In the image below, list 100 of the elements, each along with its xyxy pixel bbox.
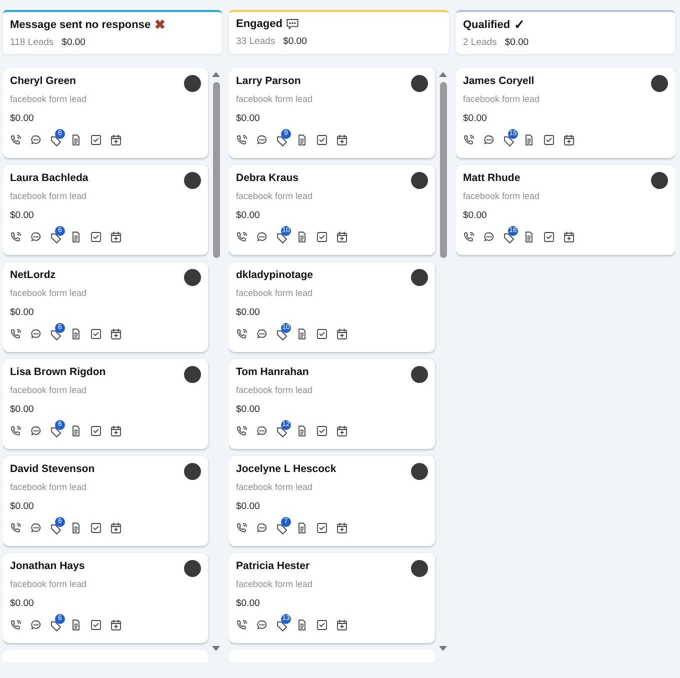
calendar-icon[interactable]	[563, 231, 575, 243]
tag-icon[interactable]	[50, 620, 62, 632]
phone-icon[interactable]	[463, 231, 475, 243]
tag-icon[interactable]	[50, 523, 62, 535]
phone-icon[interactable]	[236, 619, 248, 631]
tag-icon[interactable]	[50, 232, 62, 244]
lead-source: facebook form lead	[10, 191, 88, 201]
chat-icon[interactable]	[256, 328, 268, 340]
checkbox-icon[interactable]	[316, 619, 328, 631]
calendar-icon[interactable]	[110, 425, 122, 437]
lead-name: NetLordz	[10, 269, 56, 281]
document-icon[interactable]	[296, 134, 308, 146]
phone-icon[interactable]	[236, 328, 248, 340]
checkbox-icon[interactable]	[90, 231, 102, 243]
tag-icon[interactable]	[276, 135, 288, 147]
lead-value: $0.00	[236, 501, 261, 512]
phone-icon[interactable]	[10, 231, 22, 243]
calendar-icon[interactable]	[110, 134, 122, 146]
lead-value: $0.00	[236, 404, 261, 415]
phone-icon[interactable]	[10, 134, 22, 146]
checkbox-icon[interactable]	[543, 134, 555, 146]
chat-icon[interactable]	[483, 231, 495, 243]
chat-icon[interactable]	[256, 134, 268, 146]
chat-icon[interactable]	[256, 425, 268, 437]
document-icon[interactable]	[296, 328, 308, 340]
lead-value: $0.00	[236, 598, 261, 609]
phone-icon[interactable]	[236, 134, 248, 146]
calendar-icon[interactable]	[336, 425, 348, 437]
calendar-icon[interactable]	[336, 328, 348, 340]
phone-icon[interactable]	[10, 425, 22, 437]
checkbox-icon[interactable]	[90, 328, 102, 340]
lead-name: Laura Bachleda	[10, 172, 88, 184]
lead-value: $0.00	[236, 210, 261, 221]
document-icon[interactable]	[296, 425, 308, 437]
checkbox-icon[interactable]	[316, 522, 328, 534]
tag-icon[interactable]	[50, 135, 62, 147]
tag-icon[interactable]	[276, 426, 288, 438]
chat-icon[interactable]	[30, 328, 42, 340]
tag-icon[interactable]	[276, 620, 288, 632]
phone-icon[interactable]	[10, 328, 22, 340]
calendar-icon[interactable]	[336, 231, 348, 243]
tag-icon[interactable]	[503, 232, 515, 244]
document-icon[interactable]	[296, 619, 308, 631]
checkbox-icon[interactable]	[316, 134, 328, 146]
chat-icon[interactable]	[256, 619, 268, 631]
tag-icon[interactable]	[50, 426, 62, 438]
checkbox-icon[interactable]	[90, 134, 102, 146]
tag-icon[interactable]	[276, 329, 288, 341]
calendar-icon[interactable]	[110, 328, 122, 340]
document-icon[interactable]	[70, 328, 82, 340]
checkbox-icon[interactable]	[90, 522, 102, 534]
calendar-icon[interactable]	[110, 231, 122, 243]
document-icon[interactable]	[70, 425, 82, 437]
phone-icon[interactable]	[10, 619, 22, 631]
checkbox-icon[interactable]	[316, 231, 328, 243]
document-icon[interactable]	[296, 522, 308, 534]
chat-icon[interactable]	[30, 134, 42, 146]
document-icon[interactable]	[523, 134, 535, 146]
scrollbar-thumb[interactable]	[212, 82, 220, 258]
checkbox-icon[interactable]	[543, 231, 555, 243]
checkbox-icon[interactable]	[316, 425, 328, 437]
scrollbar-thumb[interactable]	[440, 82, 446, 258]
chat-icon[interactable]	[30, 231, 42, 243]
chat-icon[interactable]	[30, 522, 42, 534]
document-icon[interactable]	[70, 522, 82, 534]
phone-icon[interactable]	[236, 231, 248, 243]
calendar-icon[interactable]	[336, 522, 348, 534]
scroll-down-icon[interactable]	[212, 646, 220, 652]
checkbox-icon[interactable]	[90, 619, 102, 631]
document-icon[interactable]	[296, 231, 308, 243]
phone-icon[interactable]	[236, 425, 248, 437]
tag-icon[interactable]	[50, 329, 62, 341]
chat-icon[interactable]	[30, 425, 42, 437]
lead-name: Jonathan Hays	[10, 560, 85, 572]
lead-source: facebook form lead	[236, 385, 314, 395]
tag-icon[interactable]	[503, 135, 515, 147]
checkbox-icon[interactable]	[90, 425, 102, 437]
tag-icon[interactable]	[276, 232, 288, 244]
document-icon[interactable]	[523, 231, 535, 243]
scroll-up-icon[interactable]	[212, 71, 220, 77]
checkbox-icon[interactable]	[316, 328, 328, 340]
tag-icon[interactable]	[276, 523, 288, 535]
calendar-icon[interactable]	[110, 522, 122, 534]
chat-icon[interactable]	[256, 231, 268, 243]
document-icon[interactable]	[70, 619, 82, 631]
chat-icon[interactable]	[30, 619, 42, 631]
calendar-icon[interactable]	[563, 134, 575, 146]
lead-source: facebook form lead	[10, 288, 88, 298]
calendar-icon[interactable]	[336, 134, 348, 146]
calendar-icon[interactable]	[110, 619, 122, 631]
document-icon[interactable]	[70, 231, 82, 243]
chat-icon[interactable]	[256, 522, 268, 534]
calendar-icon[interactable]	[336, 619, 348, 631]
chat-icon[interactable]	[483, 134, 495, 146]
phone-icon[interactable]	[236, 522, 248, 534]
scroll-down-icon[interactable]	[439, 646, 447, 652]
phone-icon[interactable]	[463, 134, 475, 146]
phone-icon[interactable]	[10, 522, 22, 534]
document-icon[interactable]	[70, 134, 82, 146]
scroll-up-icon[interactable]	[439, 71, 447, 77]
